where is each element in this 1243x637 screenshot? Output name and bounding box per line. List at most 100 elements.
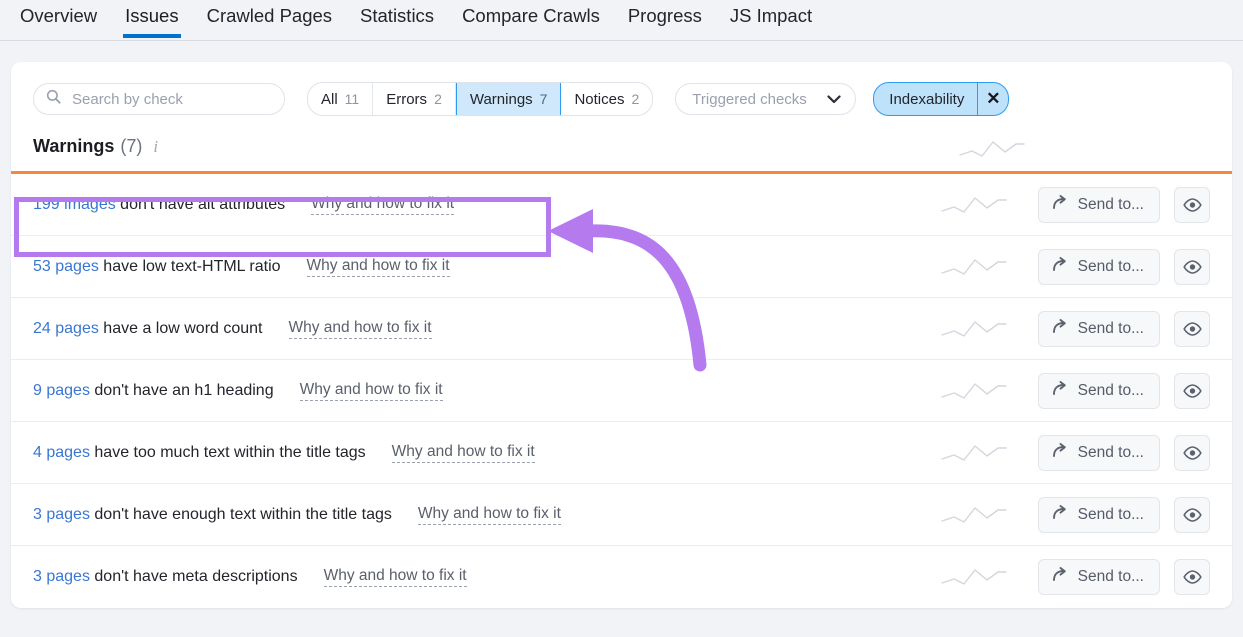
- share-arrow-icon: [1052, 318, 1069, 339]
- issue-row: 3 pages don't have enough text within th…: [11, 484, 1232, 546]
- tab-compare-crawls[interactable]: Compare Crawls: [452, 0, 610, 38]
- eye-icon-button[interactable]: [1174, 186, 1210, 223]
- send-to-button[interactable]: Send to...: [1037, 248, 1160, 285]
- row-sparkline: [938, 378, 1010, 404]
- send-to-button[interactable]: Send to...: [1037, 310, 1160, 347]
- row-actions: Send to...: [938, 174, 1210, 235]
- send-to-label: Send to...: [1077, 568, 1144, 585]
- chevron-down-icon: [827, 91, 841, 108]
- eye-icon-button[interactable]: [1174, 434, 1210, 471]
- send-to-button[interactable]: Send to...: [1037, 372, 1160, 409]
- share-arrow-icon: [1052, 256, 1069, 277]
- tab-js-impact[interactable]: JS Impact: [720, 0, 822, 38]
- eye-icon-button[interactable]: [1174, 496, 1210, 533]
- issues-list: 199 images don't have alt attributes Why …: [11, 174, 1232, 608]
- issues-card: All 11 Errors 2 Warnings 7 Notices 2 Triggered …: [11, 62, 1232, 608]
- issue-description: 3 pages don't have meta descriptions: [33, 568, 298, 586]
- eye-icon-button[interactable]: [1174, 559, 1210, 595]
- send-to-label: Send to...: [1077, 381, 1144, 399]
- send-to-button[interactable]: Send to...: [1037, 434, 1160, 471]
- issue-text: don't have meta descriptions: [94, 568, 298, 585]
- issue-description: 199 images don't have alt attributes: [33, 196, 285, 214]
- issue-row: 3 pages don't have meta descriptions Why …: [11, 546, 1232, 608]
- issue-count-link[interactable]: 53 pages: [33, 258, 99, 275]
- send-to-label: Send to...: [1077, 443, 1144, 461]
- row-sparkline: [938, 192, 1010, 218]
- send-to-label: Send to...: [1077, 257, 1144, 275]
- row-actions: Send to...: [938, 298, 1210, 359]
- row-actions: Send to...: [938, 422, 1210, 483]
- issue-text: don't have alt attributes: [120, 195, 286, 213]
- segment-all[interactable]: All 11: [308, 83, 374, 115]
- segment-warnings[interactable]: Warnings 7: [455, 83, 562, 115]
- issue-row: 53 pages have low text-HTML ratio Why and…: [11, 236, 1232, 298]
- issue-description: 9 pages don't have an h1 heading: [33, 382, 274, 400]
- segment-count: 11: [344, 91, 360, 107]
- search-input[interactable]: [70, 89, 272, 109]
- eye-icon-button[interactable]: [1174, 248, 1210, 285]
- why-and-how-to-fix-it-link[interactable]: Why and how to fix it: [391, 443, 535, 463]
- issue-description: 53 pages have low text-HTML ratio: [33, 258, 281, 276]
- segment-label: Errors: [386, 90, 428, 108]
- segment-count: 7: [539, 91, 548, 107]
- issue-row: 9 pages don't have an h1 heading Why and …: [11, 360, 1232, 422]
- row-sparkline: [938, 564, 1010, 590]
- section-title: Warnings: [33, 136, 115, 156]
- issue-row: 199 images don't have alt attributes Why …: [11, 174, 1232, 236]
- row-sparkline: [938, 502, 1010, 528]
- issue-text: have too much text within the title tags: [94, 443, 366, 461]
- share-arrow-icon: [1052, 504, 1069, 525]
- issue-count-link[interactable]: 9 pages: [33, 382, 90, 399]
- main-tab-bar: Overview Issues Crawled Pages Statistics Com…: [0, 0, 1243, 42]
- why-and-how-to-fix-it-link[interactable]: Why and how to fix it: [306, 257, 450, 277]
- why-and-how-to-fix-it-link[interactable]: Why and how to fix it: [288, 319, 432, 339]
- info-icon[interactable]: i: [153, 137, 158, 157]
- filter-bar: All 11 Errors 2 Warnings 7 Notices 2 Triggered …: [11, 62, 1232, 132]
- indexability-filter-chip[interactable]: Indexability ✕: [873, 82, 1010, 116]
- segment-notices[interactable]: Notices 2: [561, 83, 652, 115]
- issue-text: don't have enough text within the title …: [94, 505, 392, 523]
- issue-count-link[interactable]: 4 pages: [33, 444, 90, 461]
- segment-label: Warnings: [469, 90, 533, 108]
- row-sparkline: [938, 316, 1010, 342]
- send-to-button[interactable]: Send to...: [1037, 559, 1160, 595]
- issue-text: have low text-HTML ratio: [103, 257, 281, 275]
- eye-icon-button[interactable]: [1174, 372, 1210, 409]
- section-count: (7): [120, 136, 143, 156]
- share-arrow-icon: [1052, 380, 1069, 401]
- why-and-how-to-fix-it-link[interactable]: Why and how to fix it: [311, 195, 455, 215]
- issue-count-link[interactable]: 3 pages: [33, 568, 90, 585]
- why-and-how-to-fix-it-link[interactable]: Why and how to fix it: [417, 505, 561, 525]
- issue-count-link[interactable]: 3 pages: [33, 506, 90, 523]
- issue-count-link[interactable]: 199 images: [33, 196, 116, 213]
- segment-errors[interactable]: Errors 2: [373, 83, 456, 115]
- share-arrow-icon: [1052, 194, 1069, 215]
- eye-icon-button[interactable]: [1174, 310, 1210, 347]
- send-to-label: Send to...: [1077, 505, 1144, 523]
- row-actions: Send to...: [938, 546, 1210, 608]
- tab-crawled-pages[interactable]: Crawled Pages: [197, 0, 342, 38]
- segment-label: All: [321, 90, 338, 108]
- triggered-checks-label: Triggered checks: [692, 90, 807, 108]
- tab-statistics[interactable]: Statistics: [350, 0, 444, 38]
- issue-description: 24 pages have a low word count: [33, 320, 263, 338]
- row-sparkline: [938, 254, 1010, 280]
- triggered-checks-dropdown[interactable]: Triggered checks: [675, 83, 857, 115]
- issue-text: have a low word count: [103, 319, 263, 337]
- issue-row: 24 pages have a low word count Why and ho…: [11, 298, 1232, 360]
- segment-count: 2: [631, 91, 640, 107]
- send-to-button[interactable]: Send to...: [1037, 186, 1160, 223]
- tab-issues[interactable]: Issues: [115, 0, 188, 38]
- row-actions: Send to...: [938, 484, 1210, 545]
- issue-count-link[interactable]: 24 pages: [33, 320, 99, 337]
- tab-overview[interactable]: Overview: [10, 0, 107, 38]
- share-arrow-icon: [1052, 567, 1069, 587]
- warnings-section-header: Warnings (7) i: [11, 132, 1232, 171]
- search-box[interactable]: [33, 83, 285, 115]
- tab-progress[interactable]: Progress: [618, 0, 712, 38]
- why-and-how-to-fix-it-link[interactable]: Why and how to fix it: [323, 567, 467, 587]
- why-and-how-to-fix-it-link[interactable]: Why and how to fix it: [299, 381, 443, 401]
- send-to-button[interactable]: Send to...: [1037, 496, 1160, 533]
- header-sparkline: [958, 136, 1026, 167]
- close-icon[interactable]: ✕: [977, 83, 1008, 115]
